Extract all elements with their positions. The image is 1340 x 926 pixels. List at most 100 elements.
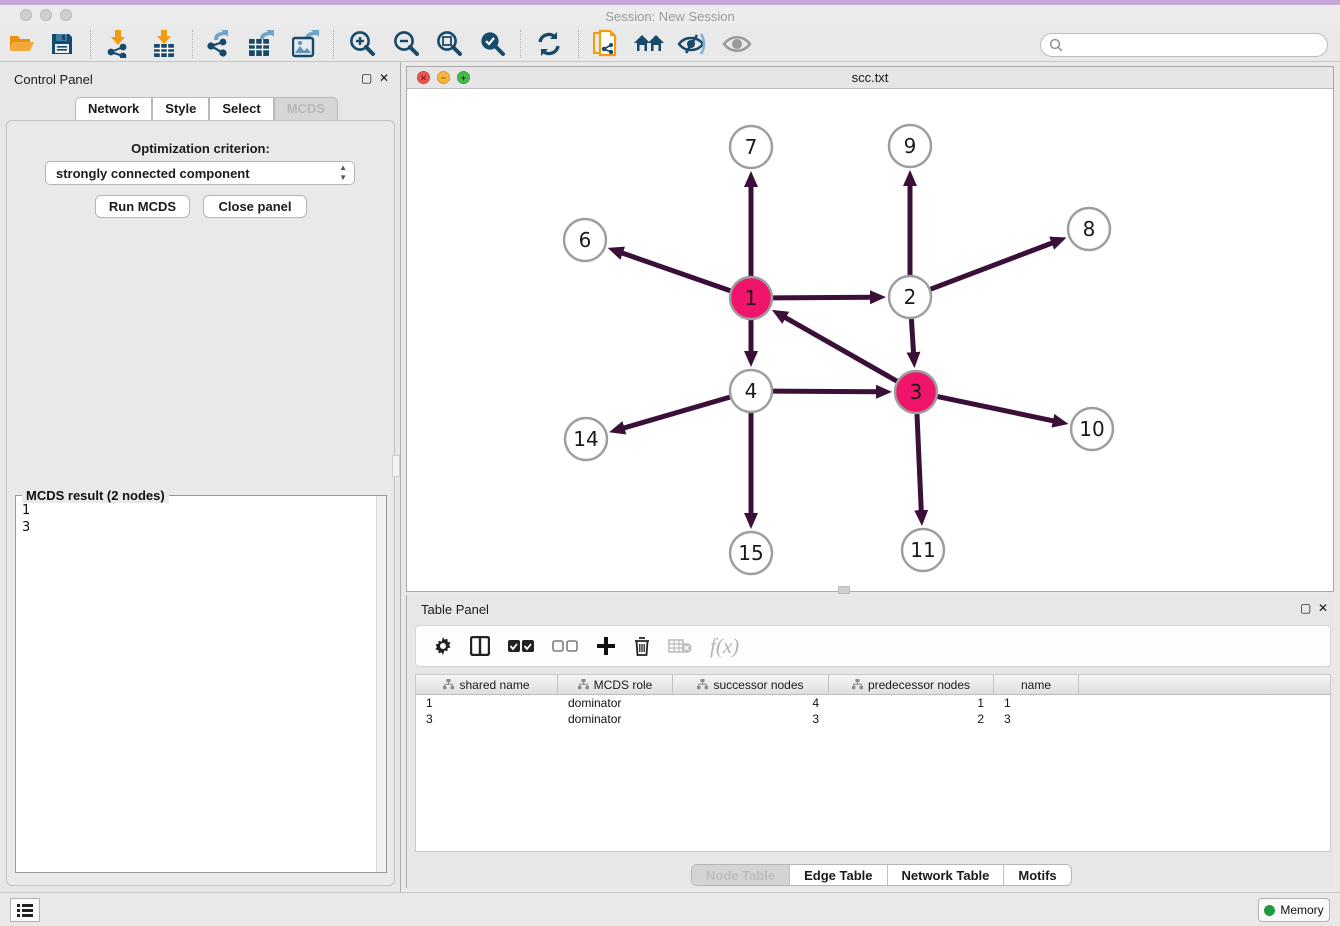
horizontal-splitter-handle[interactable] (838, 586, 850, 594)
edge-2-3[interactable] (911, 319, 913, 354)
hierarchy-icon (697, 679, 708, 690)
float-icon[interactable]: ▢ (1300, 601, 1311, 615)
delete-icon[interactable] (634, 637, 650, 656)
table-cell[interactable]: 4 (673, 695, 829, 711)
gear-icon[interactable] (434, 637, 452, 655)
hide-panel-icon[interactable] (674, 28, 710, 60)
close-icon[interactable]: ✕ (379, 71, 389, 85)
tab-style[interactable]: Style (152, 97, 209, 120)
run-mcds-button[interactable]: Run MCDS (95, 195, 190, 218)
table-tabs: Node TableEdge TableNetwork TableMotifs (691, 864, 1072, 886)
tab-mcds[interactable]: MCDS (274, 97, 338, 120)
memory-label: Memory (1280, 903, 1323, 917)
network-window-titlebar[interactable]: ✕ − + scc.txt (407, 67, 1333, 89)
home-network-icon[interactable] (631, 28, 667, 60)
result-scrollbar[interactable] (376, 496, 386, 872)
tab-node-table[interactable]: Node Table (692, 865, 790, 885)
list-icon (17, 903, 33, 917)
column-header-name[interactable]: name (994, 675, 1079, 694)
window-title: Session: New Session (0, 9, 1340, 24)
chevron-up-down-icon: ▲▼ (339, 163, 347, 183)
network-canvas[interactable]: 7968124314101511 (407, 89, 1333, 591)
edge-1-2[interactable] (773, 297, 872, 298)
table-header-row: shared nameMCDS rolesuccessor nodesprede… (416, 675, 1330, 695)
node-label-6: 6 (579, 228, 592, 252)
close-panel-button[interactable]: Close panel (203, 195, 307, 218)
search-input[interactable] (1040, 33, 1328, 57)
zoom-fit-icon[interactable] (431, 28, 467, 60)
mcds-documents-icon[interactable] (588, 28, 624, 60)
import-network-icon[interactable] (100, 28, 136, 60)
control-panel-title: Control Panel (14, 72, 93, 87)
table-cell[interactable]: 1 (416, 695, 558, 711)
tab-edge-table[interactable]: Edge Table (790, 865, 887, 885)
column-header-successor-nodes[interactable]: successor nodes (673, 675, 829, 694)
edge-3-1[interactable] (784, 317, 897, 381)
float-icon[interactable]: ▢ (361, 71, 372, 85)
node-label-4: 4 (745, 379, 758, 403)
tab-motifs[interactable]: Motifs (1004, 865, 1070, 885)
deselect-all-icon[interactable] (552, 639, 578, 653)
close-icon[interactable]: ✕ (1318, 601, 1328, 615)
table-cell[interactable]: dominator (558, 695, 673, 711)
column-header-predecessor-nodes[interactable]: predecessor nodes (829, 675, 994, 694)
node-label-10: 10 (1079, 417, 1104, 441)
mcds-result-title: MCDS result (2 nodes) (22, 488, 169, 503)
refresh-icon[interactable] (531, 28, 567, 60)
mcds-panel: Optimization criterion: strongly connect… (6, 120, 395, 886)
task-history-button[interactable] (10, 898, 40, 922)
show-panel-icon[interactable] (719, 28, 755, 60)
column-layout-icon[interactable] (470, 636, 490, 656)
table-cell[interactable]: 3 (994, 711, 1079, 727)
edge-2-8[interactable] (931, 242, 1054, 289)
edge-3-10[interactable] (938, 397, 1055, 422)
zoom-selected-icon[interactable] (474, 28, 510, 60)
select-all-icon[interactable] (508, 639, 534, 653)
export-table-icon[interactable] (244, 28, 280, 60)
tab-network-table[interactable]: Network Table (888, 865, 1005, 885)
table-cell[interactable]: 3 (416, 711, 558, 727)
main-toolbar (0, 26, 1340, 62)
toolbar-separator (578, 30, 579, 58)
memory-button[interactable]: Memory (1258, 898, 1330, 922)
status-bar: Memory (0, 892, 1340, 926)
save-icon[interactable] (44, 28, 80, 60)
edge-4-3[interactable] (773, 391, 878, 392)
vertical-splitter-handle[interactable] (392, 455, 400, 477)
network-window-title: scc.txt (407, 70, 1333, 85)
edge-4-14[interactable] (622, 397, 729, 428)
optimization-criterion-dropdown[interactable]: strongly connected component ▲▼ (45, 161, 355, 185)
export-network-icon[interactable] (200, 28, 236, 60)
memory-status-icon (1264, 905, 1275, 916)
node-label-14: 14 (573, 427, 598, 451)
import-table-icon[interactable] (146, 28, 182, 60)
dropdown-value: strongly connected component (56, 166, 250, 181)
node-table[interactable]: shared nameMCDS rolesuccessor nodesprede… (415, 674, 1331, 852)
table-row[interactable]: 3dominator323 (416, 711, 1330, 727)
table-body: 1dominator4113dominator323 (416, 695, 1330, 727)
zoom-out-icon[interactable] (388, 28, 424, 60)
table-cell[interactable]: 1 (829, 695, 994, 711)
table-toolbar: f(x) (415, 625, 1331, 667)
tab-network[interactable]: Network (75, 97, 152, 120)
add-column-icon[interactable] (596, 636, 616, 656)
column-header-MCDS-role[interactable]: MCDS role (558, 675, 673, 694)
node-label-15: 15 (738, 541, 763, 565)
edge-1-6[interactable] (621, 253, 730, 291)
table-row[interactable]: 1dominator411 (416, 695, 1330, 711)
search-icon (1049, 38, 1063, 52)
table-panel-title: Table Panel (421, 602, 489, 617)
node-label-2: 2 (904, 285, 917, 309)
table-cell[interactable]: 3 (673, 711, 829, 727)
node-label-11: 11 (910, 538, 935, 562)
export-image-icon[interactable] (288, 28, 324, 60)
zoom-in-icon[interactable] (344, 28, 380, 60)
open-folder-icon[interactable] (4, 28, 40, 60)
edge-3-11[interactable] (917, 414, 921, 512)
table-cell[interactable]: 2 (829, 711, 994, 727)
node-label-3: 3 (910, 380, 923, 404)
column-header-shared-name[interactable]: shared name (416, 675, 558, 694)
tab-select[interactable]: Select (209, 97, 273, 120)
table-cell[interactable]: 1 (994, 695, 1079, 711)
table-cell[interactable]: dominator (558, 711, 673, 727)
